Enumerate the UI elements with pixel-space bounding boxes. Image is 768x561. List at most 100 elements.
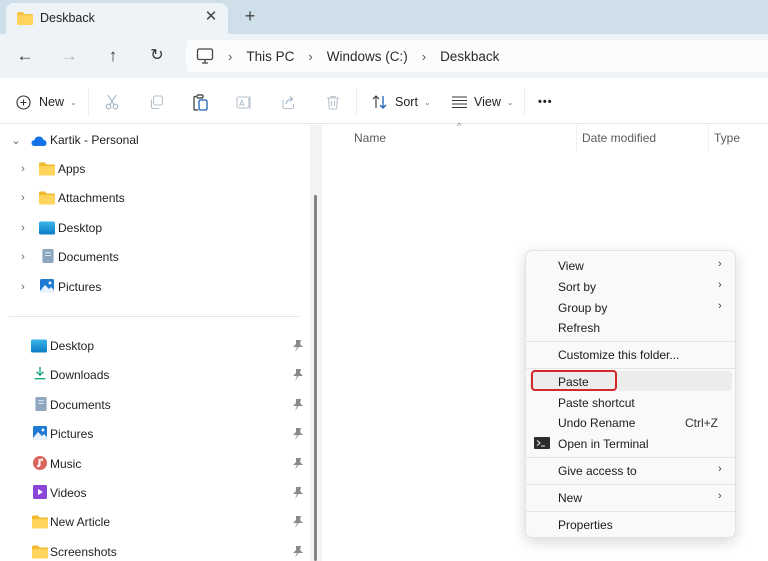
breadcrumb-windows-c[interactable]: Windows (C:) [327, 49, 408, 64]
arrow-right-icon[interactable]: → [56, 44, 82, 68]
quick-access-desktop[interactable]: Desktop [0, 334, 303, 358]
delete-button[interactable] [322, 90, 344, 114]
menu-item-undo-rename[interactable]: Undo Rename Ctrl+Z [530, 412, 732, 432]
desktop-icon [31, 339, 47, 353]
breadcrumb-this-pc[interactable]: This PC [246, 49, 294, 64]
sidebar-item-attachments[interactable]: › Attachments [0, 186, 300, 210]
close-icon[interactable]: ✕ [202, 8, 220, 26]
menu-item-sort-by[interactable]: Sort by › [530, 276, 732, 296]
divider [524, 88, 525, 116]
menu-item-customize-folder[interactable]: Customize this folder... [530, 344, 732, 364]
pin-icon[interactable] [292, 545, 304, 559]
chevron-right-icon: › [718, 279, 722, 291]
folder-icon [32, 515, 48, 529]
navigation-bar: ← → ↑ ↻ › This PC › Windows (C:) › Deskb… [0, 34, 768, 78]
cut-icon [105, 94, 119, 110]
quick-access-documents[interactable]: Documents [0, 393, 303, 417]
sidebar-item-apps[interactable]: › Apps [0, 157, 300, 181]
menu-item-paste-shortcut[interactable]: Paste shortcut [530, 392, 732, 412]
sort-icon [372, 95, 387, 109]
chevron-down-icon: ⌄ [506, 97, 514, 107]
plus-icon[interactable]: + [240, 5, 260, 27]
scrollbar-thumb[interactable] [314, 195, 317, 561]
menu-item-refresh[interactable]: Refresh [530, 317, 732, 337]
folder-icon [39, 191, 55, 205]
column-header-type[interactable]: Type [714, 131, 740, 145]
chevron-down-icon: ⌄ [70, 97, 77, 107]
pin-icon[interactable] [292, 457, 304, 471]
sidebar-item-documents[interactable]: › Documents [0, 245, 300, 269]
sidebar-item-label: Videos [50, 486, 87, 500]
menu-item-give-access-to[interactable]: Give access to › [530, 460, 732, 480]
column-header-name[interactable]: Name [354, 131, 386, 145]
menu-separator [526, 457, 735, 458]
pin-icon[interactable] [292, 339, 304, 353]
refresh-icon[interactable]: ↻ [144, 44, 170, 68]
menu-item-label: Group by [558, 301, 608, 315]
new-button[interactable]: New ⌄ [16, 90, 77, 114]
menu-item-label: Open in Terminal [558, 437, 649, 451]
breadcrumb-deskback[interactable]: Deskback [440, 49, 499, 64]
svg-text:A: A [239, 99, 245, 108]
sidebar-item-onedrive[interactable]: ⌄ Kartik - Personal [0, 128, 300, 152]
menu-item-label: Sort by [558, 280, 597, 294]
command-bar: New ⌄ A Sort ⌄ View ⌄ ••• [0, 80, 768, 124]
arrow-left-icon[interactable]: ← [12, 44, 38, 68]
arrow-up-icon[interactable]: ↑ [100, 44, 126, 68]
sidebar-item-desktop[interactable]: › Desktop [0, 216, 300, 240]
pin-icon[interactable] [292, 368, 304, 382]
context-menu: View › Sort by › Group by › Refresh Cust… [525, 250, 736, 538]
more-options-button[interactable]: ••• [538, 90, 553, 114]
chevron-right-icon: › [308, 48, 313, 64]
computer-icon [196, 48, 214, 64]
pin-icon[interactable] [292, 486, 304, 500]
chevron-right-icon[interactable]: › [17, 163, 29, 175]
sidebar-item-pictures[interactable]: › Pictures [0, 275, 300, 299]
quick-access-downloads[interactable]: Downloads [0, 363, 303, 387]
quick-access-pictures[interactable]: Pictures [0, 422, 303, 446]
menu-item-group-by[interactable]: Group by › [530, 297, 732, 317]
chevron-down-icon[interactable]: ⌄ [10, 134, 22, 147]
column-divider[interactable] [708, 125, 709, 151]
pictures-icon [33, 426, 47, 440]
column-header-date-modified[interactable]: Date modified [582, 131, 656, 145]
quick-access-screenshots[interactable]: Screenshots [0, 540, 303, 561]
divider [356, 88, 357, 116]
chevron-right-icon[interactable]: › [17, 281, 29, 293]
chevron-right-icon: › [421, 48, 427, 64]
view-button[interactable]: View ⌄ [452, 90, 514, 114]
address-bar[interactable]: › This PC › Windows (C:) › Deskback [186, 40, 768, 72]
pin-icon[interactable] [292, 427, 304, 441]
chevron-right-icon[interactable]: › [17, 192, 29, 204]
pin-icon[interactable] [292, 515, 304, 529]
quick-access-videos[interactable]: Videos [0, 481, 303, 505]
divider [9, 316, 299, 317]
menu-item-new[interactable]: New › [530, 487, 732, 507]
menu-separator [526, 484, 735, 485]
delete-icon [327, 95, 339, 110]
sort-button[interactable]: Sort ⌄ [372, 90, 431, 114]
sidebar-item-label: Documents [58, 250, 119, 264]
share-button[interactable] [277, 90, 299, 114]
tab-title: Deskback [40, 11, 95, 25]
paste-button[interactable] [189, 90, 211, 114]
paste-highlight-annotation [531, 370, 617, 391]
cut-button[interactable] [101, 90, 123, 114]
sidebar-item-label: Kartik - Personal [50, 133, 139, 147]
pin-icon[interactable] [292, 398, 304, 412]
chevron-right-icon[interactable]: › [17, 251, 29, 263]
copy-button[interactable] [145, 90, 167, 114]
menu-item-view[interactable]: View › [530, 255, 732, 275]
column-divider[interactable] [576, 125, 577, 151]
menu-item-properties[interactable]: Properties [530, 514, 732, 534]
quick-access-music[interactable]: Music [0, 452, 303, 476]
sidebar-item-label: New Article [50, 515, 111, 529]
quick-access-new-article[interactable]: New Article [0, 510, 303, 534]
tab-deskback[interactable]: Deskback ✕ [6, 3, 228, 34]
title-bar: Deskback ✕ + [0, 0, 768, 34]
rename-button[interactable]: A [233, 90, 255, 114]
sidebar-item-label: Screenshots [50, 545, 117, 559]
chevron-right-icon[interactable]: › [17, 222, 29, 234]
navigation-pane: ⌄ Kartik - Personal › Apps › Attachments… [0, 125, 310, 561]
menu-item-open-in-terminal[interactable]: Open in Terminal [530, 433, 732, 453]
